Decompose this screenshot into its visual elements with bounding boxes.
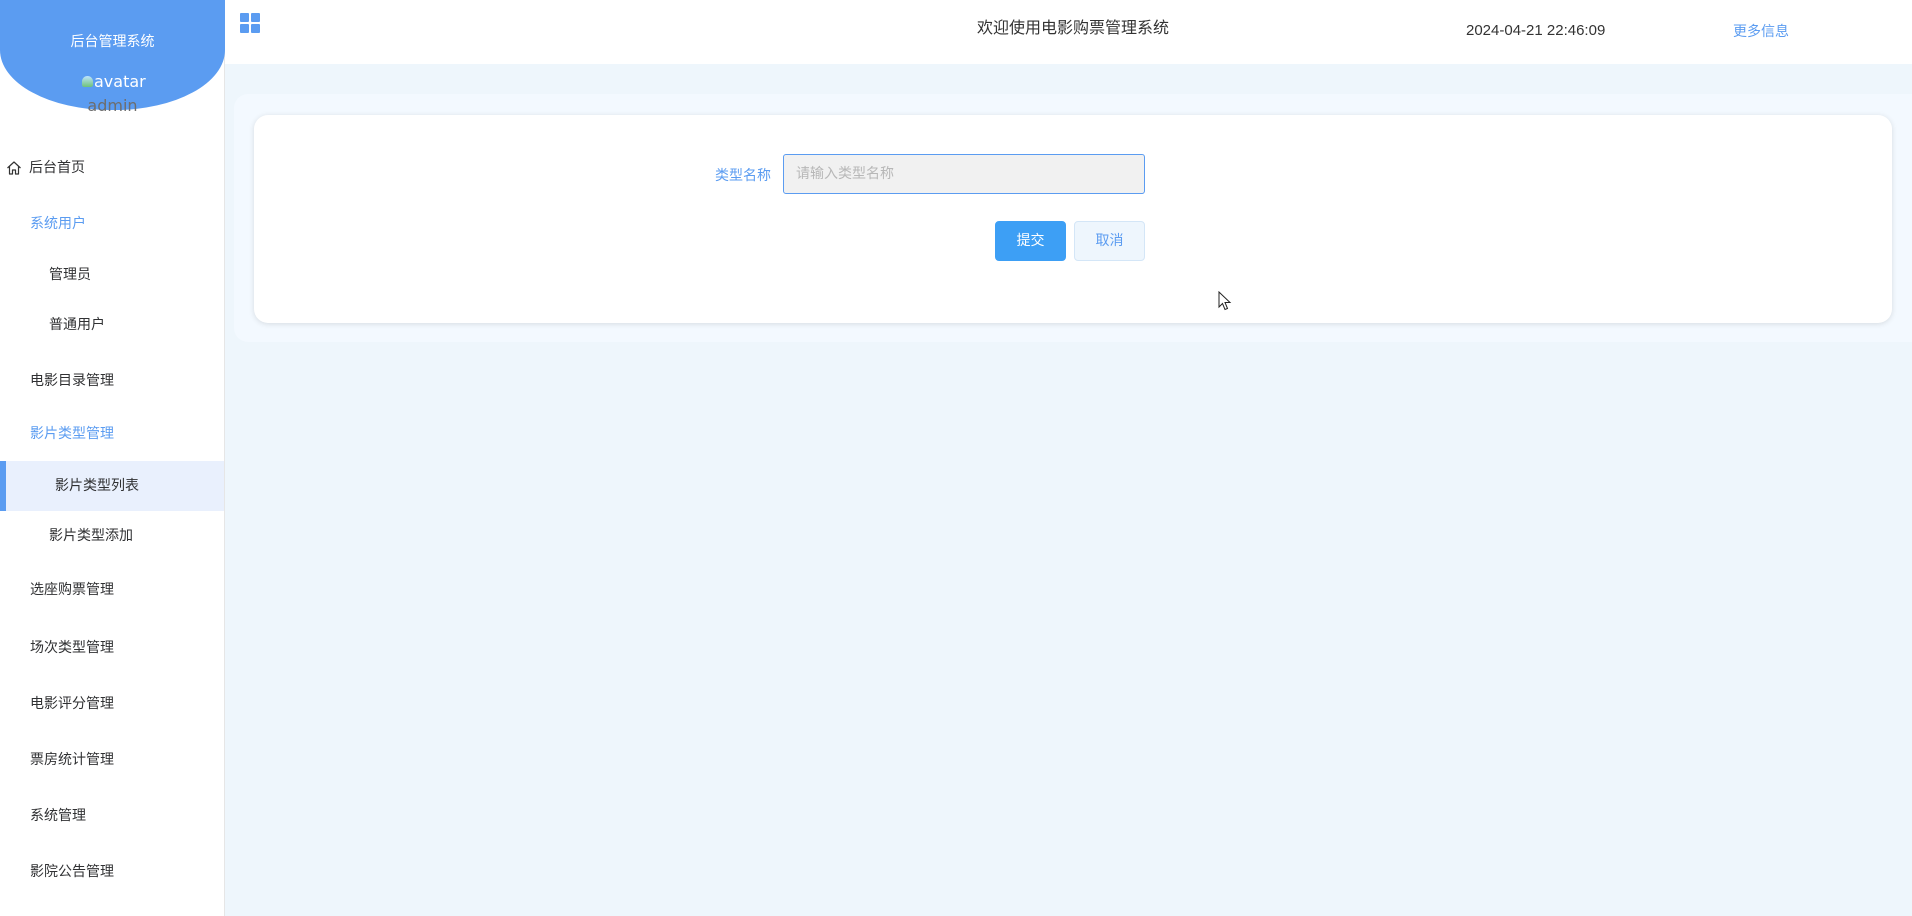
more-info-link[interactable]: 更多信息 bbox=[1733, 21, 1789, 41]
avatar[interactable]: avatar bbox=[82, 72, 146, 91]
sidebar-item-label: 场次类型管理 bbox=[30, 640, 114, 656]
sidebar-item-cinema-notice[interactable]: 影院公告管理 bbox=[0, 844, 224, 900]
sidebar-item-system-management[interactable]: 系统管理 bbox=[0, 788, 224, 844]
sidebar-item-label: 影院公告管理 bbox=[30, 864, 114, 880]
sidebar-item-normal-users[interactable]: 普通用户 bbox=[0, 295, 224, 355]
sidebar-item-label: 后台首页 bbox=[29, 160, 85, 176]
sidebar-menu: 后台首页 系统用户 管理员 普通用户 电影目录管理 影片类型管理 影片类型列表 … bbox=[0, 143, 224, 900]
brand-title: 后台管理系统 bbox=[70, 34, 155, 50]
sidebar-item-label: 系统用户 bbox=[30, 216, 86, 232]
grid-icon[interactable] bbox=[240, 13, 262, 35]
sidebar-item-home[interactable]: 后台首页 bbox=[0, 143, 224, 193]
sidebar-item-label: 影片类型添加 bbox=[49, 528, 133, 544]
sidebar-item-label: 管理员 bbox=[49, 267, 91, 283]
top-header: 欢迎使用电影购票管理系统 2024-04-21 22:46:09 更多信息 bbox=[225, 0, 1912, 64]
sidebar-item-label: 选座购票管理 bbox=[30, 582, 114, 598]
submit-button[interactable]: 提交 bbox=[995, 221, 1066, 261]
sidebar-item-label: 电影评分管理 bbox=[30, 696, 114, 712]
home-icon bbox=[7, 161, 21, 175]
username: admin bbox=[87, 96, 138, 115]
sidebar-item-label: 影片类型列表 bbox=[55, 478, 139, 494]
mouse-cursor-icon bbox=[1218, 291, 1232, 311]
sidebar-item-box-office[interactable]: 票房统计管理 bbox=[0, 732, 224, 788]
sidebar-item-seat-booking[interactable]: 选座购票管理 bbox=[0, 561, 224, 620]
sidebar-group-movie-type[interactable]: 影片类型管理 bbox=[0, 407, 224, 461]
sidebar-item-label: 普通用户 bbox=[49, 317, 105, 333]
sidebar-item-session-type[interactable]: 场次类型管理 bbox=[0, 620, 224, 676]
sidebar-item-movie-type-list[interactable]: 影片类型列表 bbox=[0, 461, 224, 511]
sidebar-item-label: 影片类型管理 bbox=[30, 426, 114, 442]
type-name-input[interactable] bbox=[783, 154, 1145, 194]
sidebar-item-movie-rating[interactable]: 电影评分管理 bbox=[0, 676, 224, 732]
cancel-button[interactable]: 取消 bbox=[1074, 221, 1145, 261]
sidebar: 后台管理系统 avatar admin 后台首页 系统用户 管理员 普通用户 电… bbox=[0, 0, 225, 916]
sidebar-item-label: 票房统计管理 bbox=[30, 752, 114, 768]
sidebar-item-label: 电影目录管理 bbox=[30, 373, 114, 389]
sidebar-item-admins[interactable]: 管理员 bbox=[0, 255, 224, 295]
avatar-alt-text: avatar bbox=[94, 72, 146, 91]
form-card bbox=[254, 115, 1892, 323]
header-datetime: 2024-04-21 22:46:09 bbox=[1466, 22, 1606, 39]
sidebar-item-label: 系统管理 bbox=[30, 808, 86, 824]
type-name-label: 类型名称 bbox=[715, 168, 771, 184]
sidebar-group-system-users[interactable]: 系统用户 bbox=[0, 193, 224, 255]
brand-header: 后台管理系统 avatar admin bbox=[0, 0, 225, 115]
broken-image-icon bbox=[82, 75, 94, 89]
sidebar-item-movie-catalog[interactable]: 电影目录管理 bbox=[0, 355, 224, 407]
sidebar-item-movie-type-add[interactable]: 影片类型添加 bbox=[0, 511, 224, 561]
header-title: 欢迎使用电影购票管理系统 bbox=[977, 18, 1170, 37]
